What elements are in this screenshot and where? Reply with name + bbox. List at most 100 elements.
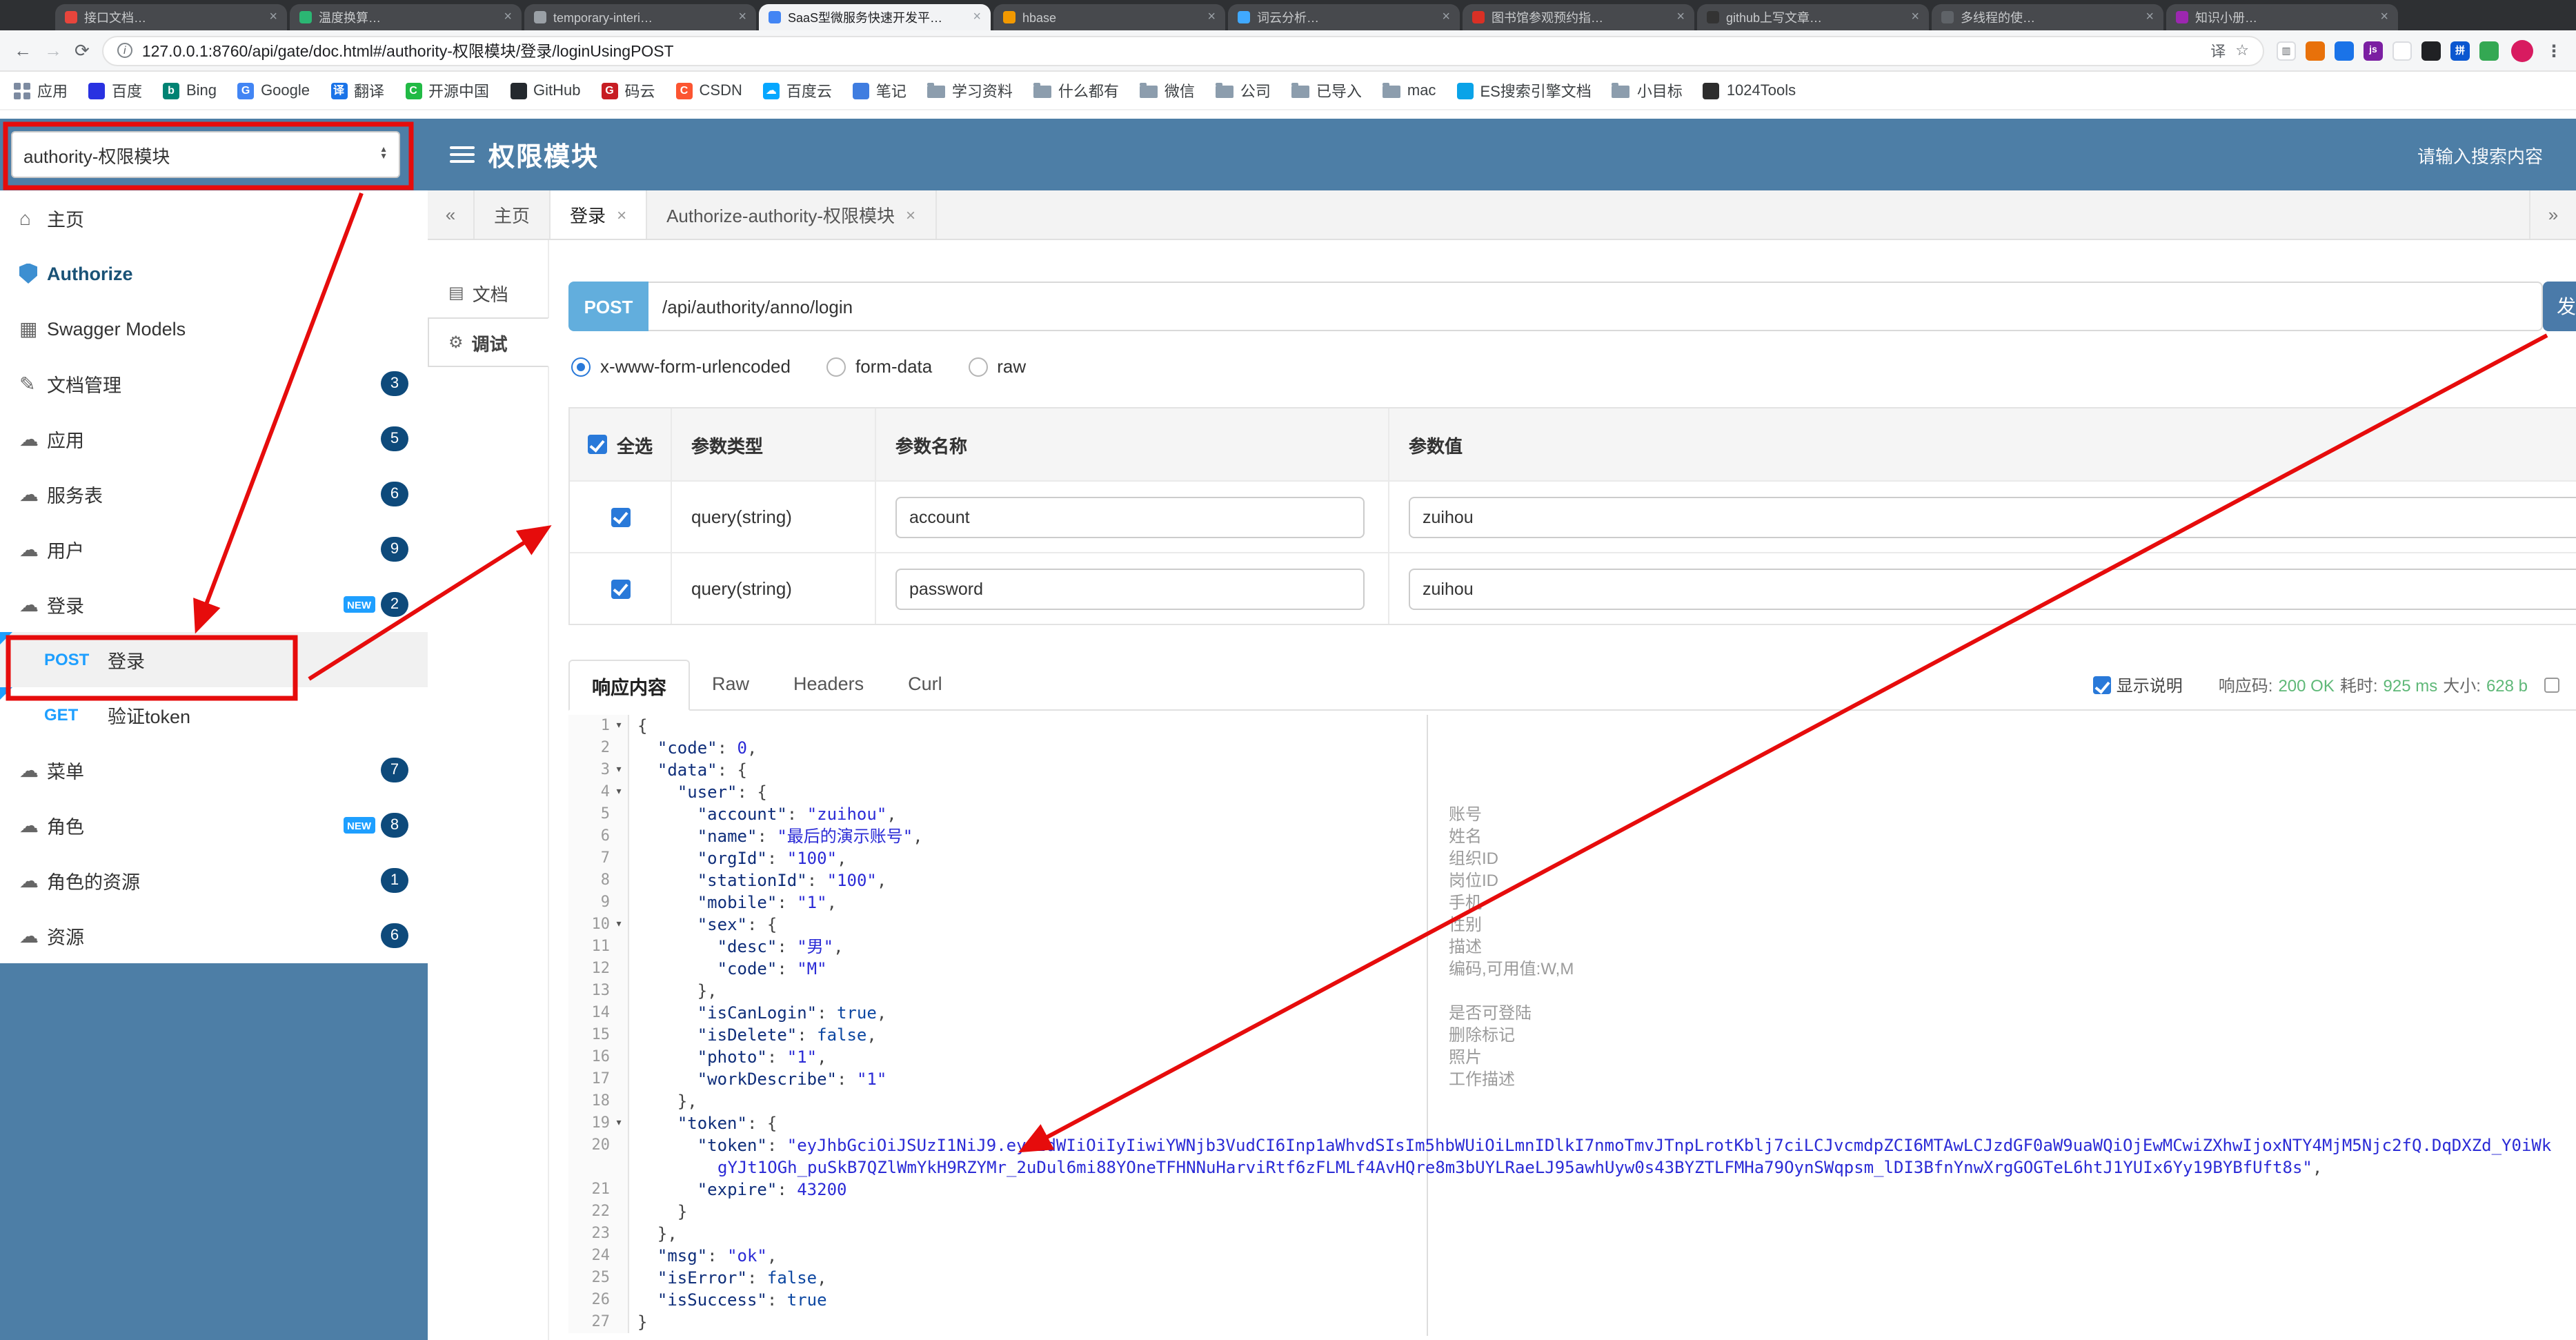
side-tab-debug[interactable]: ⚙ 调试	[428, 317, 549, 367]
doc-tab[interactable]: Authorize-authority-权限模块 ×	[647, 190, 937, 239]
browser-tab[interactable]: 多线程的使… ×	[1932, 4, 2163, 30]
sidebar-item[interactable]: Authorize	[0, 246, 428, 301]
page-info-icon[interactable]: i	[117, 43, 132, 58]
fold-caret-icon[interactable]: ▾	[610, 759, 628, 781]
bookmark-item[interactable]: 1024Tools	[1703, 82, 1796, 99]
content-type-option[interactable]: raw	[968, 356, 1026, 377]
extension-icon-7[interactable]	[2479, 41, 2499, 60]
extension-icon-5[interactable]	[2421, 41, 2441, 60]
bookmark-item[interactable]: G Google	[237, 82, 310, 99]
fold-caret-icon[interactable]: ▾	[610, 914, 628, 936]
fold-caret-icon[interactable]: ▾	[610, 1112, 628, 1134]
extension-icon-4[interactable]	[2392, 41, 2412, 60]
send-button[interactable]: 发	[2543, 282, 2576, 331]
param-name-input[interactable]: password	[895, 568, 1365, 609]
browser-tab[interactable]: 知识小册… ×	[2166, 4, 2398, 30]
bookmark-item[interactable]: GitHub	[510, 82, 581, 99]
radio-icon[interactable]	[968, 357, 988, 376]
bookmark-star-icon[interactable]: ☆	[2235, 41, 2249, 59]
bookmark-item[interactable]: ES搜索引擎文档	[1456, 79, 1592, 101]
bookmark-item[interactable]: C 开源中国	[405, 79, 489, 101]
show-desc-checkbox[interactable]	[2092, 676, 2111, 694]
sidebar-item[interactable]: ☁ 角色 NEW 8	[0, 798, 428, 853]
back-icon[interactable]: ←	[14, 40, 32, 61]
sidebar-item[interactable]: ☁ 应用 5	[0, 411, 428, 466]
sidebar-item[interactable]: ✎ 文档管理 3	[0, 356, 428, 411]
sidebar-item[interactable]: ☁ 资源 6	[0, 908, 428, 963]
sidebar-item[interactable]: ☁ 用户 9	[0, 522, 428, 577]
row-checkbox[interactable]	[611, 507, 630, 526]
tab-close-icon[interactable]: ×	[2146, 10, 2154, 25]
response-tab[interactable]: 响应内容	[568, 660, 690, 711]
sidebar-item[interactable]: ☁ 菜单 7	[0, 742, 428, 798]
search-input[interactable]: 请输入搜索内容	[2417, 141, 2543, 168]
select-all-checkbox[interactable]	[587, 435, 607, 454]
bookmark-item[interactable]: 应用	[14, 79, 68, 101]
browser-tab[interactable]: 接口文档… ×	[55, 4, 287, 30]
extension-icon-1[interactable]	[2306, 41, 2325, 60]
bookmark-item[interactable]: 百度	[88, 79, 142, 101]
fold-caret-icon[interactable]: ▾	[610, 715, 628, 737]
tab-close-icon[interactable]: ×	[1207, 10, 1216, 25]
sidebar-item[interactable]: ▦ Swagger Models	[0, 301, 428, 356]
browser-tab[interactable]: SaaS型微服务快速开发平… ×	[759, 4, 991, 30]
param-value-input[interactable]: zuihou	[1409, 496, 2576, 538]
address-bar[interactable]: i 127.0.0.1:8760/api/gate/doc.html#/auth…	[101, 35, 2264, 66]
doc-tab[interactable]: 登录 ×	[551, 190, 648, 239]
reload-icon[interactable]: ⟳	[75, 39, 90, 61]
side-panel-icon[interactable]: ▥	[2277, 41, 2296, 60]
hamburger-menu-icon[interactable]	[450, 142, 475, 167]
bookmark-item[interactable]: 已导入	[1291, 79, 1362, 101]
extension-icon-2[interactable]	[2335, 41, 2354, 60]
content-type-option[interactable]: x-www-form-urlencoded	[571, 356, 791, 377]
side-tab-document[interactable]: ▤ 文档	[428, 268, 549, 317]
response-tab[interactable]: Headers	[771, 658, 886, 709]
tab-close-icon[interactable]: ×	[1676, 10, 1685, 25]
doc-tab[interactable]: 主页	[475, 190, 551, 239]
radio-icon[interactable]	[571, 357, 591, 376]
bookmark-item[interactable]: 学习资料	[927, 79, 1013, 101]
tab-close-icon[interactable]: ×	[504, 10, 512, 25]
request-path-input[interactable]: /api/authority/anno/login	[648, 282, 2543, 331]
group-select[interactable]: authority-权限模块 ▲ ▼	[11, 131, 400, 178]
tab-close-icon[interactable]: ×	[269, 10, 277, 25]
param-value-input[interactable]: zuihou	[1409, 568, 2576, 609]
extension-icon-6[interactable]: 拼	[2450, 41, 2470, 60]
response-tab[interactable]: Raw	[690, 658, 771, 709]
profile-avatar[interactable]	[2511, 39, 2533, 61]
bookmark-item[interactable]: 什么都有	[1033, 79, 1119, 101]
extension-icon-3[interactable]: js	[2364, 41, 2383, 60]
param-name-input[interactable]: account	[895, 496, 1365, 538]
radio-icon[interactable]	[826, 357, 846, 376]
content-type-option[interactable]: form-data	[826, 356, 932, 377]
tab-close-icon[interactable]: ×	[906, 205, 915, 224]
tab-close-icon[interactable]: ×	[1911, 10, 1919, 25]
bookmark-item[interactable]: 笔记	[852, 79, 906, 101]
bookmark-item[interactable]: mac	[1382, 82, 1436, 99]
browser-tab[interactable]: temporary-interi… ×	[524, 4, 756, 30]
tab-close-icon[interactable]: ×	[973, 10, 981, 25]
row-checkbox[interactable]	[611, 579, 630, 598]
sidebar-item[interactable]: ☁ 登录 NEW 2	[0, 577, 428, 632]
tab-close-icon[interactable]: ×	[1442, 10, 1450, 25]
fold-caret-icon[interactable]: ▾	[610, 781, 628, 803]
response-body-viewer[interactable]: 1 ▾{2 "code": 0, 3 ▾ "data": {4 ▾ "user": {5…	[568, 715, 2576, 1336]
translate-icon[interactable]: 译	[2210, 39, 2226, 61]
forward-icon[interactable]: →	[44, 40, 62, 61]
response-tab[interactable]: Curl	[886, 658, 964, 709]
sidebar-item[interactable]: ☁ 服务表 6	[0, 466, 428, 522]
tab-close-icon[interactable]: ×	[617, 205, 626, 224]
browser-tab[interactable]: github上写文章… ×	[1697, 4, 1929, 30]
bookmark-item[interactable]: G 码云	[601, 79, 655, 101]
bookmark-item[interactable]: 小目标	[1612, 79, 1683, 101]
browser-tab[interactable]: 词云分析… ×	[1228, 4, 1460, 30]
bookmark-item[interactable]: ☁ 百度云	[762, 79, 832, 101]
sidebar-item[interactable]: ⌂ 主页	[0, 190, 428, 246]
sidebar-item-get[interactable]: GET 验证token	[0, 687, 428, 742]
bookmark-item[interactable]: 公司	[1215, 79, 1271, 101]
bookmark-item[interactable]: b Bing	[163, 82, 217, 99]
bookmark-item[interactable]: 微信	[1139, 79, 1195, 101]
sidebar-item[interactable]: ☁ 角色的资源 1	[0, 853, 428, 908]
fullscreen-icon[interactable]	[2544, 678, 2559, 693]
tab-close-icon[interactable]: ×	[2380, 10, 2388, 25]
